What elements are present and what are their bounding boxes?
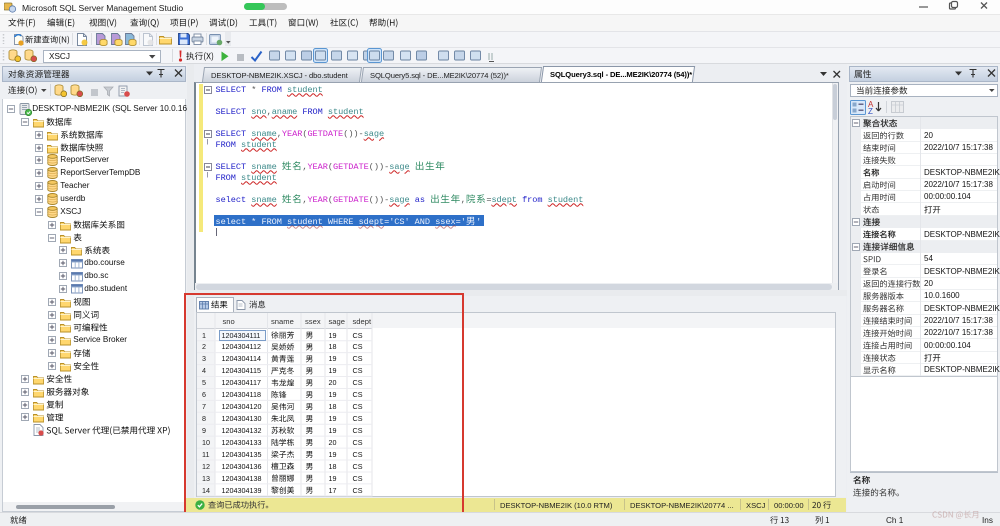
svg-text:Z: Z (868, 107, 873, 115)
